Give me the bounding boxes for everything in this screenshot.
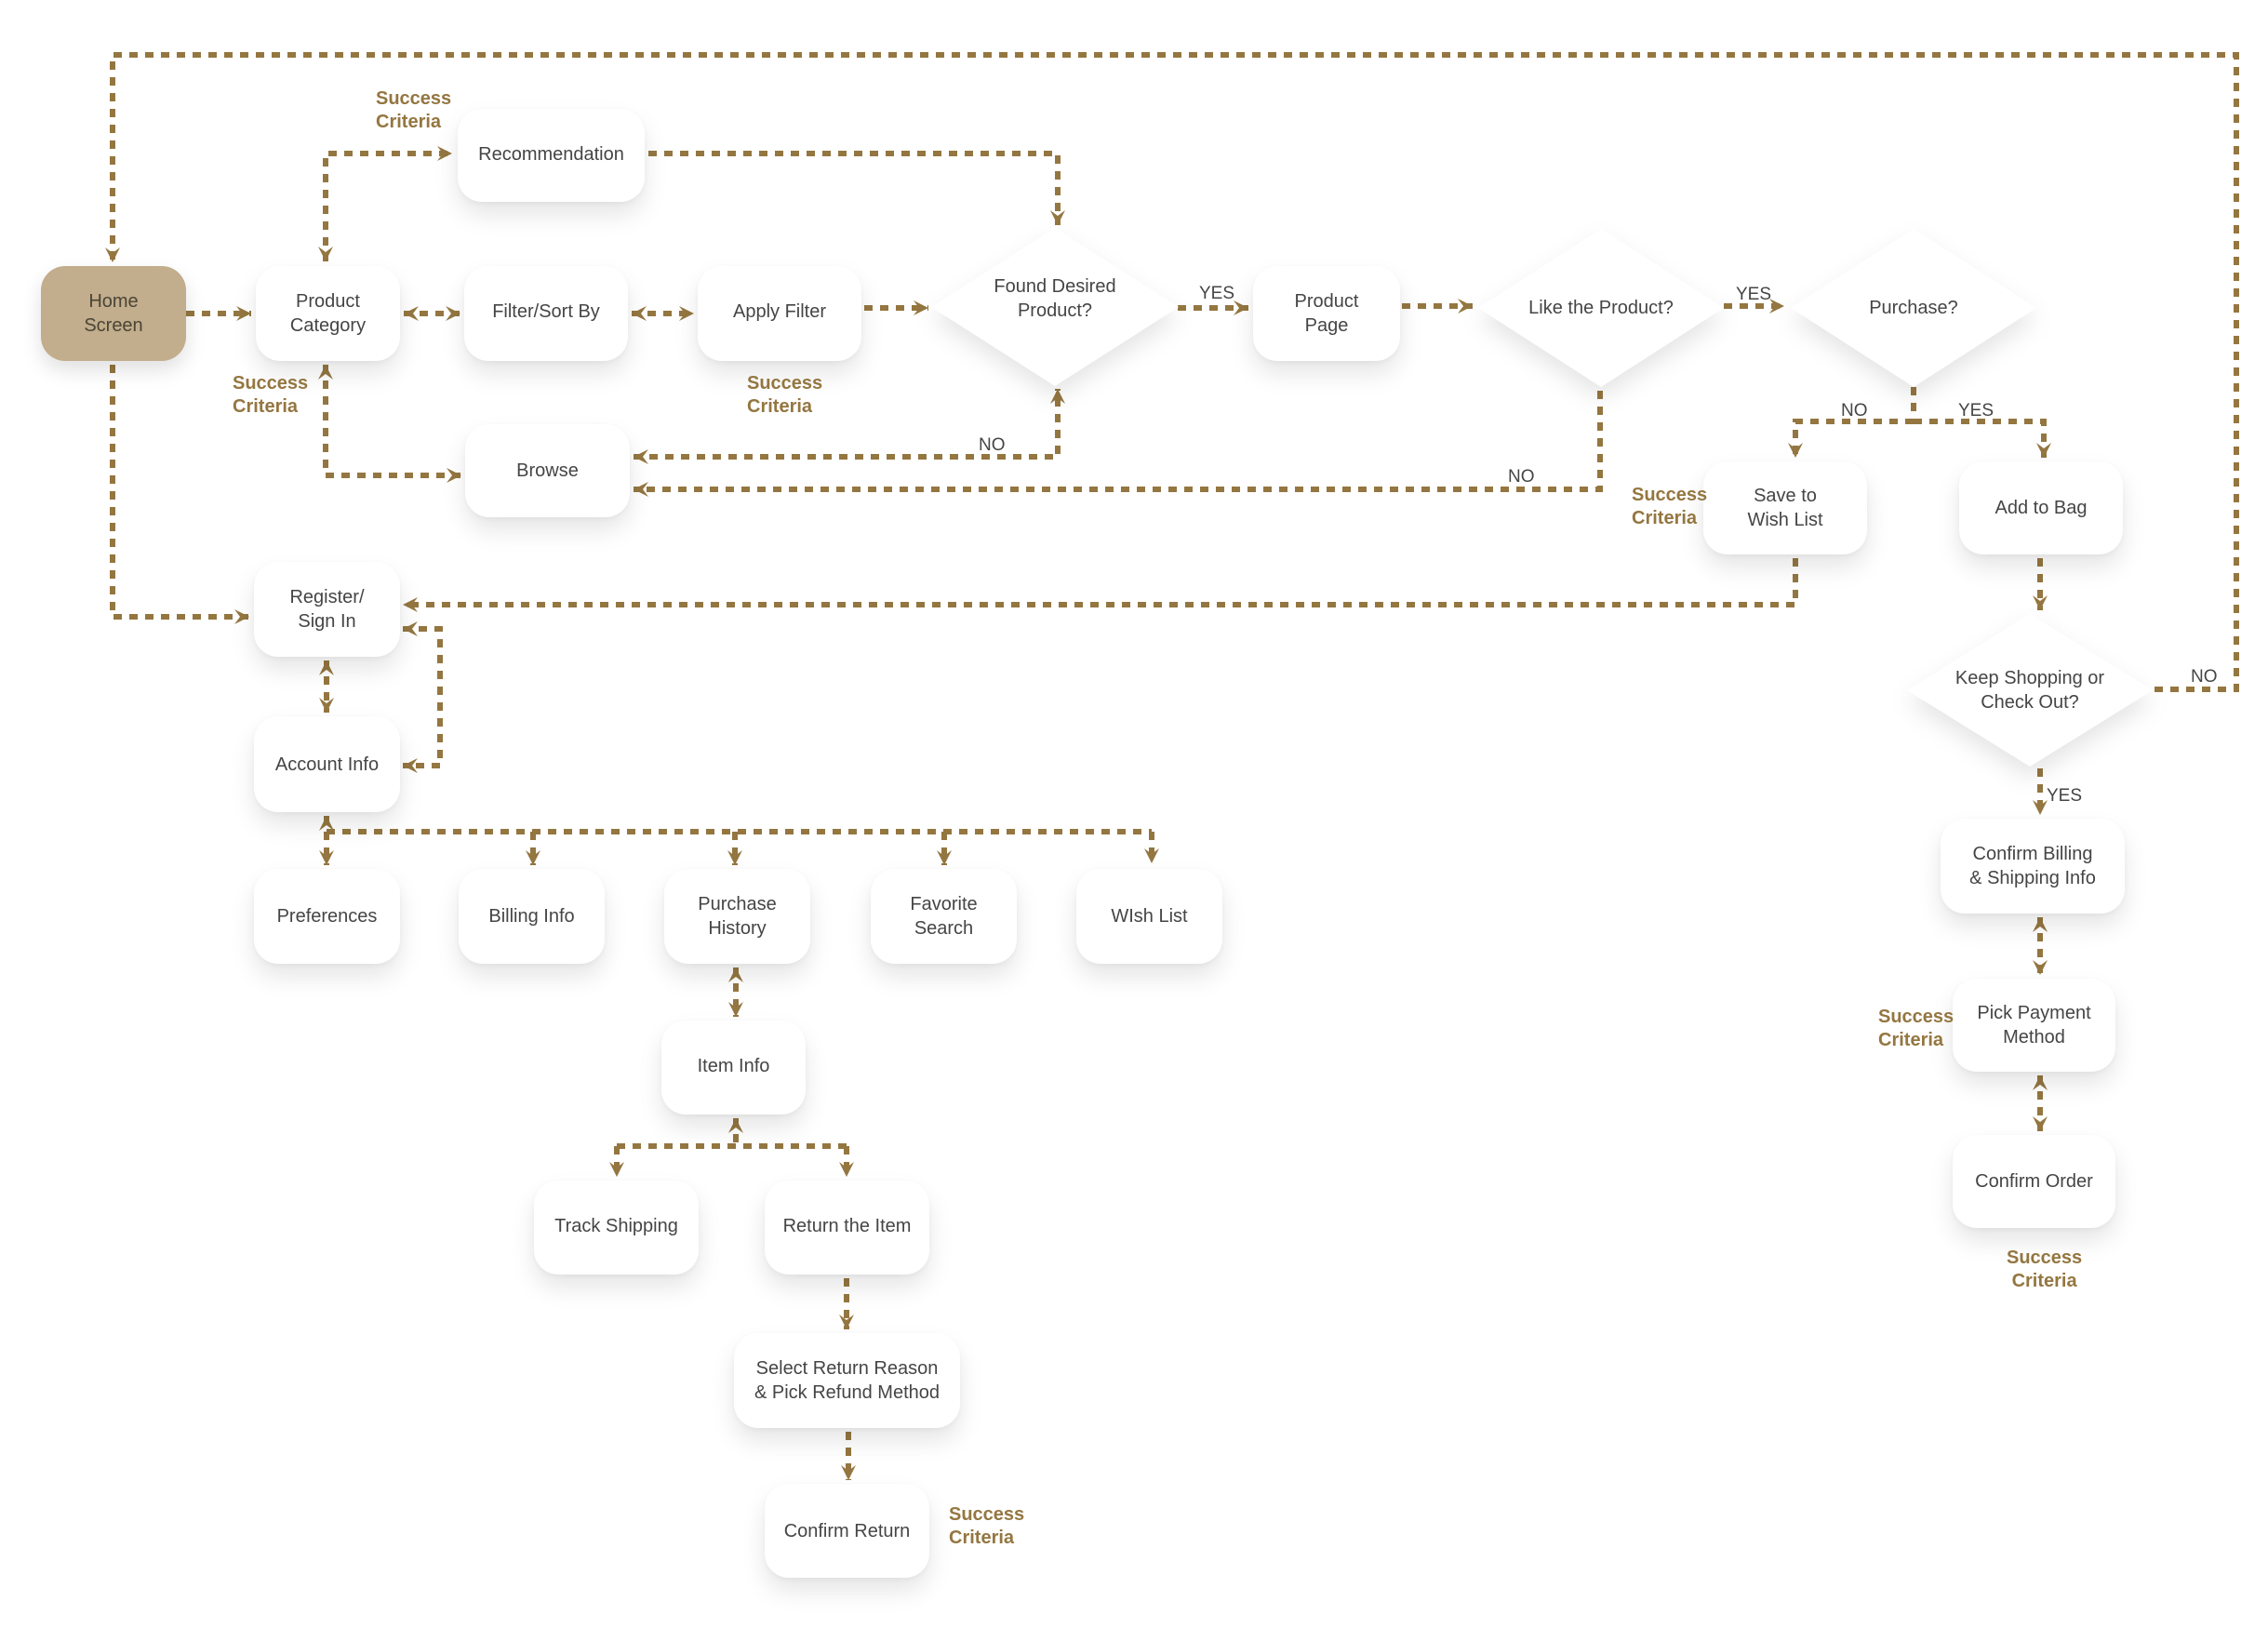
decision-text: Found Desired Product? — [994, 276, 1116, 321]
edge-save-register — [403, 558, 1798, 607]
success-criteria-pick-payment: Success Criteria — [1878, 1007, 1954, 1050]
edge-home-register-arrowhead — [234, 609, 249, 624]
edge-history-item-arrowtail — [728, 967, 743, 982]
edge-billing-payment-arrowtail — [2033, 917, 2048, 932]
edge-category-browse-arrowtail — [318, 365, 333, 380]
decision-purchase[interactable]: Purchase? — [1791, 229, 2036, 387]
edge-home-register — [110, 365, 249, 620]
edge-purchase-no-save — [1793, 419, 1914, 458]
node-favorite-search[interactable]: Favorite Search — [871, 869, 1017, 964]
node-save-to-wish-list[interactable]: Save to Wish List — [1703, 461, 1867, 554]
node-recommendation[interactable]: Recommendation — [458, 109, 645, 202]
edge-label-purchase-yes: YES — [1958, 401, 1995, 420]
edge-category-filter-arrowhead — [446, 306, 460, 321]
edge-label-like-yes: YES — [1736, 285, 1772, 304]
node-confirm-order[interactable]: Confirm Order — [1953, 1135, 2115, 1228]
node-item-info[interactable]: Item Info — [661, 1021, 806, 1114]
edge-label-found-no: NO — [979, 435, 1006, 455]
edge-found-no-browse-arrowtail — [634, 449, 648, 464]
edge-filter-apply-arrowtail — [632, 306, 647, 321]
edge-label-like-no: NO — [1508, 467, 1535, 487]
flow-diagram-canvas: Home Screen Product Category Recommendat… — [0, 0, 2268, 1628]
decision-like-the-product[interactable]: Like the Product? — [1478, 229, 1724, 387]
node-product-page[interactable]: Product Page — [1253, 266, 1400, 361]
edge-register-account-arrowtail — [319, 661, 334, 675]
edge-category-recommendation-arrowtail — [318, 247, 333, 261]
edge-billing-payment-arrowhead — [2033, 960, 2048, 975]
edge-account-register — [403, 626, 443, 768]
edge-account-register-arrowhead — [403, 758, 418, 773]
edge-keep-no-home-arrowhead — [105, 247, 120, 262]
decision-text: Keep Shopping or Check Out? — [1954, 668, 2105, 713]
edge-like-no-browse-arrowhead — [634, 482, 648, 497]
node-return-the-item[interactable]: Return the Item — [765, 1181, 929, 1274]
edge-payment-order-arrowhead — [2033, 1116, 2048, 1131]
node-confirm-billing-shipping[interactable]: Confirm Billing & Shipping Info — [1941, 819, 2125, 914]
decision-found-desired-product[interactable]: Found Desired Product? — [931, 228, 1179, 386]
node-preferences[interactable]: Preferences — [254, 869, 400, 964]
edge-purchase-yes-add-arrowhead — [2036, 443, 2051, 458]
success-criteria-confirm-order: Success Criteria — [2007, 1248, 2083, 1291]
edge-recommendation-found — [648, 151, 1061, 225]
node-apply-filter[interactable]: Apply Filter — [698, 266, 861, 361]
node-wish-list[interactable]: WIsh List — [1076, 869, 1222, 964]
node-product-category[interactable]: Product Category — [256, 266, 400, 361]
node-home-screen[interactable]: Home Screen — [41, 266, 186, 361]
node-purchase-history[interactable]: Purchase History — [664, 869, 810, 964]
edge-product-page-like-arrowhead — [1458, 299, 1473, 314]
edge-account-register-arrowtail — [403, 621, 418, 636]
node-pick-payment-method[interactable]: Pick Payment Method — [1953, 979, 2115, 1072]
success-criteria-product-category: Success Criteria — [233, 373, 309, 417]
edge-label-found-yes: YES — [1199, 284, 1235, 303]
edge-category-recommendation — [323, 151, 452, 261]
edge-purchase-yes-add — [1914, 419, 2047, 458]
edge-purchase-no-save-arrowhead — [1788, 443, 1803, 458]
edge-category-browse-arrowhead — [447, 468, 461, 483]
success-criteria-save-to-wish-list: Success Criteria — [1632, 485, 1708, 528]
edge-recommendation-found-arrowhead — [1050, 210, 1065, 225]
node-track-shipping[interactable]: Track Shipping — [534, 1181, 699, 1274]
edge-payment-order-arrowtail — [2033, 1075, 2048, 1090]
edge-label-purchase-no: NO — [1841, 401, 1868, 420]
node-add-to-bag[interactable]: Add to Bag — [1959, 461, 2123, 554]
edge-label-keep-yes: YES — [2047, 786, 2083, 806]
edge-account-branch-up-arrowtail — [319, 816, 334, 831]
success-criteria-recommendation: Success Criteria — [376, 88, 452, 132]
node-select-return-reason[interactable]: Select Return Reason & Pick Refund Metho… — [734, 1333, 960, 1428]
node-confirm-return[interactable]: Confirm Return — [765, 1484, 929, 1578]
decision-text: Like the Product? — [1528, 298, 1674, 318]
node-billing-info[interactable]: Billing Info — [459, 869, 605, 964]
success-criteria-apply-filter: Success Criteria — [747, 373, 823, 417]
decision-keep-shopping-or-check-out[interactable]: Keep Shopping or Check Out? — [1907, 614, 2153, 767]
edge-found-yes-product-page-arrowhead — [1234, 300, 1248, 315]
node-filter-sort-by[interactable]: Filter/Sort By — [464, 266, 628, 361]
success-criteria-confirm-return: Success Criteria — [949, 1504, 1025, 1548]
node-register-sign-in[interactable]: Register/ Sign In — [254, 562, 400, 657]
node-account-info[interactable]: Account Info — [254, 716, 400, 812]
decision-text: Purchase? — [1869, 298, 1958, 318]
edge-item-branch-up-arrowtail — [728, 1118, 743, 1133]
node-browse[interactable]: Browse — [465, 424, 630, 517]
edge-label-keep-no: NO — [2191, 667, 2218, 687]
edge-category-browse — [323, 365, 461, 478]
edge-category-filter-arrowtail — [404, 306, 419, 321]
